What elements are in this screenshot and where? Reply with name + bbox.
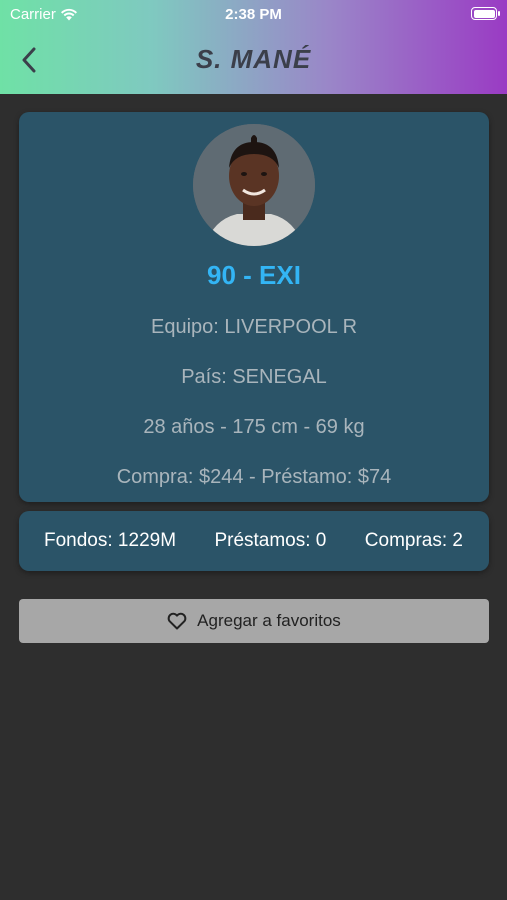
battery-icon [471, 7, 500, 20]
player-rating: 90 - EXI [207, 260, 301, 290]
add-to-favorites-label: Agregar a favoritos [197, 611, 341, 630]
navigation-bar: Carrier 2:38 PM S. MANÉ [0, 0, 507, 94]
heart-outline-icon [167, 612, 187, 630]
player-physical: 28 años - 175 cm - 69 kg [143, 416, 365, 438]
status-time: 2:38 PM [225, 6, 282, 23]
loans-stat: Préstamos: 0 [214, 530, 327, 551]
purchases-stat: Compras: 2 [364, 530, 463, 551]
player-price: Compra: $244 - Préstamo: $74 [116, 466, 392, 488]
player-team: Equipo: LIVERPOOL R [150, 316, 358, 338]
player-country: País: SENEGAL [181, 366, 327, 388]
player-avatar [193, 124, 315, 246]
page-title: S. MANÉ [195, 44, 312, 74]
player-photo [193, 124, 315, 246]
status-bar: Carrier 2:38 PM [0, 0, 507, 28]
add-to-favorites-button[interactable]: Agregar a favoritos [19, 599, 489, 643]
stats-bar: Fondos: 1229M Préstamos: 0 Compras: 2 [19, 511, 489, 571]
funds-stat: Fondos: 1229M [44, 530, 177, 551]
player-card: 90 - EXI Equipo: LIVERPOOL R País: SENEG… [19, 112, 489, 502]
